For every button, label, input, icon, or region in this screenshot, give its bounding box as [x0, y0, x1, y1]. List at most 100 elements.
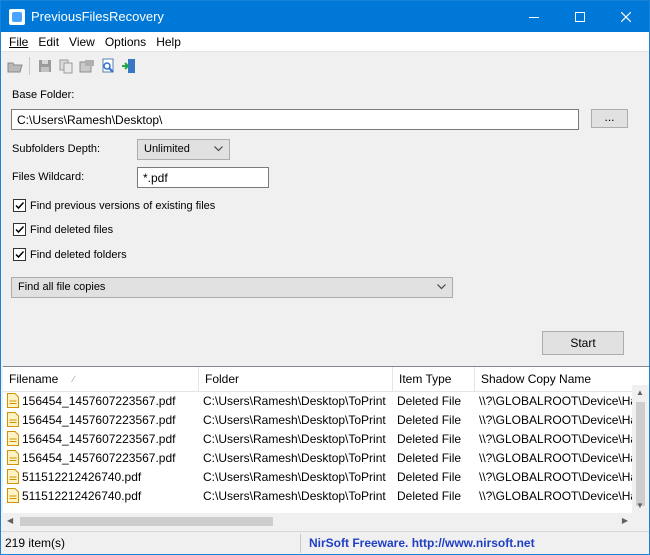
copy-icon [59, 59, 72, 73]
subfolders-depth-select[interactable]: Unlimited [137, 139, 230, 160]
column-shadow-copy-label: Shadow Copy Name [481, 372, 592, 386]
exit-button[interactable] [118, 55, 139, 76]
deleted-files-checkbox[interactable] [13, 223, 26, 236]
files-wildcard-label: Files Wildcard: [12, 171, 85, 183]
results-list[interactable]: Filename ∕ Folder Item Type Shadow Copy … [3, 366, 649, 530]
open-button[interactable] [4, 55, 25, 76]
browse-button[interactable]: ... [591, 109, 628, 128]
row-shadow-copy: \\?\GLOBALROOT\Device\Ha [479, 470, 633, 484]
row-filename: 156454_1457607223567.pdf [22, 413, 176, 427]
scrollbar-corner [632, 513, 649, 530]
start-button[interactable]: Start [542, 331, 624, 355]
row-shadow-copy: \\?\GLOBALROOT\Device\Ha [479, 432, 633, 446]
check-deleted-files[interactable]: Find deleted files [13, 223, 113, 236]
scroll-right-icon[interactable]: ▶ [622, 516, 628, 525]
row-filename: 156454_1457607223567.pdf [22, 394, 176, 408]
checkmark-icon [15, 201, 25, 210]
column-header-filename[interactable]: Filename ∕ [3, 367, 199, 392]
row-folder: C:\Users\Ramesh\Desktop\ToPrint [203, 413, 386, 427]
row-shadow-copy: \\?\GLOBALROOT\Device\Ha [479, 489, 633, 503]
deleted-files-label: Find deleted files [30, 223, 114, 236]
row-item-type: Deleted File [397, 489, 462, 503]
chevron-down-icon [437, 284, 446, 290]
row-shadow-copy: \\?\GLOBALROOT\Device\Ha [479, 394, 633, 408]
menu-help-label: Help [156, 34, 181, 49]
properties-button[interactable] [76, 55, 97, 76]
vertical-scrollbar[interactable]: ▲ ▼ [632, 385, 649, 513]
menu-edit[interactable]: Edit [33, 32, 64, 52]
copy-button[interactable] [55, 55, 76, 76]
deleted-folders-label: Find deleted folders [30, 248, 127, 261]
minimize-button[interactable] [511, 1, 557, 32]
row-filename: 511512212426740.pdf [22, 489, 142, 503]
vertical-scroll-thumb[interactable] [636, 402, 645, 506]
row-item-type: Deleted File [397, 394, 462, 408]
base-folder-input[interactable]: C:\Users\Ramesh\Desktop\ [11, 109, 579, 130]
row-item-type: Deleted File [397, 470, 462, 484]
table-row[interactable]: 511512212426740.pdf C:\Users\Ramesh\Desk… [3, 487, 633, 506]
scroll-down-icon[interactable]: ▼ [636, 501, 644, 510]
deleted-folders-checkbox[interactable] [13, 248, 26, 261]
pdf-file-icon [7, 431, 19, 446]
list-header: Filename ∕ Folder Item Type Shadow Copy … [3, 367, 633, 392]
minimize-icon [529, 16, 539, 18]
pdf-file-icon [7, 488, 19, 503]
row-filename: 511512212426740.pdf [22, 470, 142, 484]
check-previous-versions[interactable]: Find previous versions of existing files [13, 199, 215, 212]
horizontal-scroll-thumb[interactable] [20, 517, 273, 526]
column-folder-label: Folder [205, 372, 240, 386]
previous-versions-checkbox[interactable] [13, 199, 26, 212]
nirsoft-link[interactable]: NirSoft Freeware. http://www.nirsoft.net [301, 536, 535, 550]
row-shadow-copy: \\?\GLOBALROOT\Device\Ha [479, 451, 633, 465]
find-button[interactable] [97, 55, 118, 76]
close-button[interactable] [603, 1, 649, 32]
table-row[interactable]: 156454_1457607223567.pdf C:\Users\Ramesh… [3, 449, 633, 468]
files-wildcard-input[interactable]: *.pdf [137, 167, 269, 188]
maximize-button[interactable] [557, 1, 603, 32]
column-header-item-type[interactable]: Item Type [393, 367, 475, 392]
pdf-file-icon [7, 393, 19, 408]
exit-icon [121, 58, 135, 73]
horizontal-scrollbar[interactable]: ◀ ▶ [3, 513, 632, 530]
row-item-type: Deleted File [397, 413, 462, 427]
column-item-type-label: Item Type [399, 372, 452, 386]
scroll-up-icon[interactable]: ▲ [636, 388, 644, 397]
previous-versions-label: Find previous versions of existing files [30, 199, 216, 212]
column-header-folder[interactable]: Folder [199, 367, 393, 392]
column-header-shadow-copy[interactable]: Shadow Copy Name [475, 367, 633, 392]
maximize-icon [575, 11, 585, 22]
table-row[interactable]: 156454_1457607223567.pdf C:\Users\Ramesh… [3, 430, 633, 449]
row-filename: 156454_1457607223567.pdf [22, 432, 176, 446]
menu-view[interactable]: View [64, 32, 100, 52]
row-item-type: Deleted File [397, 432, 462, 446]
chevron-down-icon [214, 146, 223, 152]
table-row[interactable]: 156454_1457607223567.pdf C:\Users\Ramesh… [3, 392, 633, 411]
pdf-file-icon [7, 412, 19, 427]
row-folder: C:\Users\Ramesh\Desktop\ToPrint [203, 489, 386, 503]
app-window: PreviousFilesRecovery File Edit View Opt… [0, 0, 650, 555]
save-button[interactable] [34, 55, 55, 76]
app-icon [9, 8, 25, 25]
pdf-file-icon [7, 469, 19, 484]
menu-help[interactable]: Help [151, 32, 186, 52]
close-icon [621, 11, 631, 22]
window-title: PreviousFilesRecovery [31, 9, 164, 24]
scroll-left-icon[interactable]: ◀ [7, 516, 13, 525]
save-icon [38, 59, 51, 72]
table-row[interactable]: 156454_1457607223567.pdf C:\Users\Ramesh… [3, 411, 633, 430]
row-folder: C:\Users\Ramesh\Desktop\ToPrint [203, 451, 386, 465]
row-folder: C:\Users\Ramesh\Desktop\ToPrint [203, 470, 386, 484]
check-deleted-folders[interactable]: Find deleted folders [13, 248, 127, 261]
menu-options[interactable]: Options [100, 32, 151, 52]
find-icon [102, 58, 114, 73]
checkmark-icon [15, 250, 25, 259]
title-bar[interactable]: PreviousFilesRecovery [1, 1, 649, 32]
table-row[interactable]: 511512212426740.pdf C:\Users\Ramesh\Desk… [3, 468, 633, 487]
menu-bar: File Edit View Options Help [1, 32, 649, 52]
menu-view-label: View [69, 34, 95, 49]
status-bar: 219 item(s) NirSoft Freeware. http://www… [1, 531, 649, 554]
menu-edit-label: Edit [38, 34, 60, 49]
item-count: 219 item(s) [1, 533, 301, 553]
menu-file[interactable]: File [4, 32, 33, 52]
copies-mode-select[interactable]: Find all file copies [11, 277, 453, 298]
